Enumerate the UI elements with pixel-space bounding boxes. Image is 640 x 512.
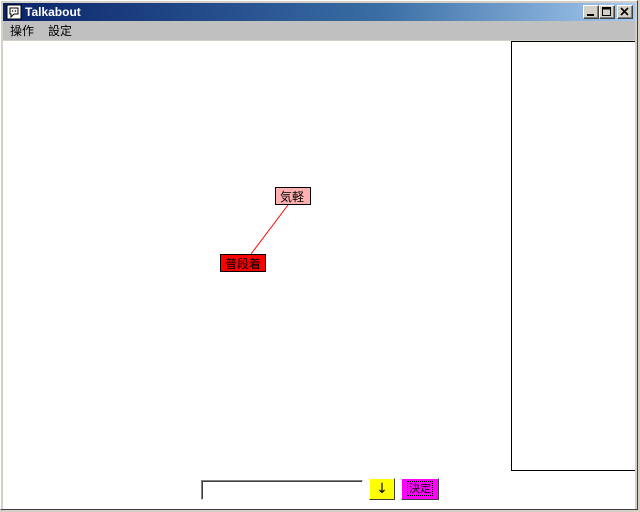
close-icon <box>620 7 629 16</box>
decide-button[interactable]: 決定 <box>401 478 439 500</box>
menu-bar: 操作 設定 <box>3 21 635 40</box>
decide-button-label: 決定 <box>407 481 433 496</box>
window-title: Talkabout <box>25 5 81 19</box>
app-icon <box>6 4 22 20</box>
maximize-icon <box>602 7 611 16</box>
graph-canvas[interactable]: 気軽 普段着 <box>3 41 511 471</box>
minimize-icon <box>587 14 594 16</box>
node-kigaru[interactable]: 気軽 <box>275 187 311 205</box>
word-input[interactable] <box>201 480 363 500</box>
app-window: Talkabout 操作 設定 気軽 普段着 ↓ 決定 <box>0 0 638 510</box>
minimize-button[interactable] <box>583 5 599 19</box>
menu-settings[interactable]: 設定 <box>48 23 72 39</box>
down-arrow-icon: ↓ <box>376 481 388 497</box>
close-button[interactable] <box>617 5 633 19</box>
title-bar[interactable]: Talkabout <box>3 3 635 21</box>
input-bar: ↓ 決定 <box>3 471 635 509</box>
side-panel <box>511 41 635 471</box>
edge-kigaru-fudangi <box>250 204 289 255</box>
node-fudangi[interactable]: 普段着 <box>220 254 266 272</box>
maximize-button[interactable] <box>599 5 615 19</box>
menu-operations[interactable]: 操作 <box>10 23 34 39</box>
down-arrow-button[interactable]: ↓ <box>369 478 395 500</box>
